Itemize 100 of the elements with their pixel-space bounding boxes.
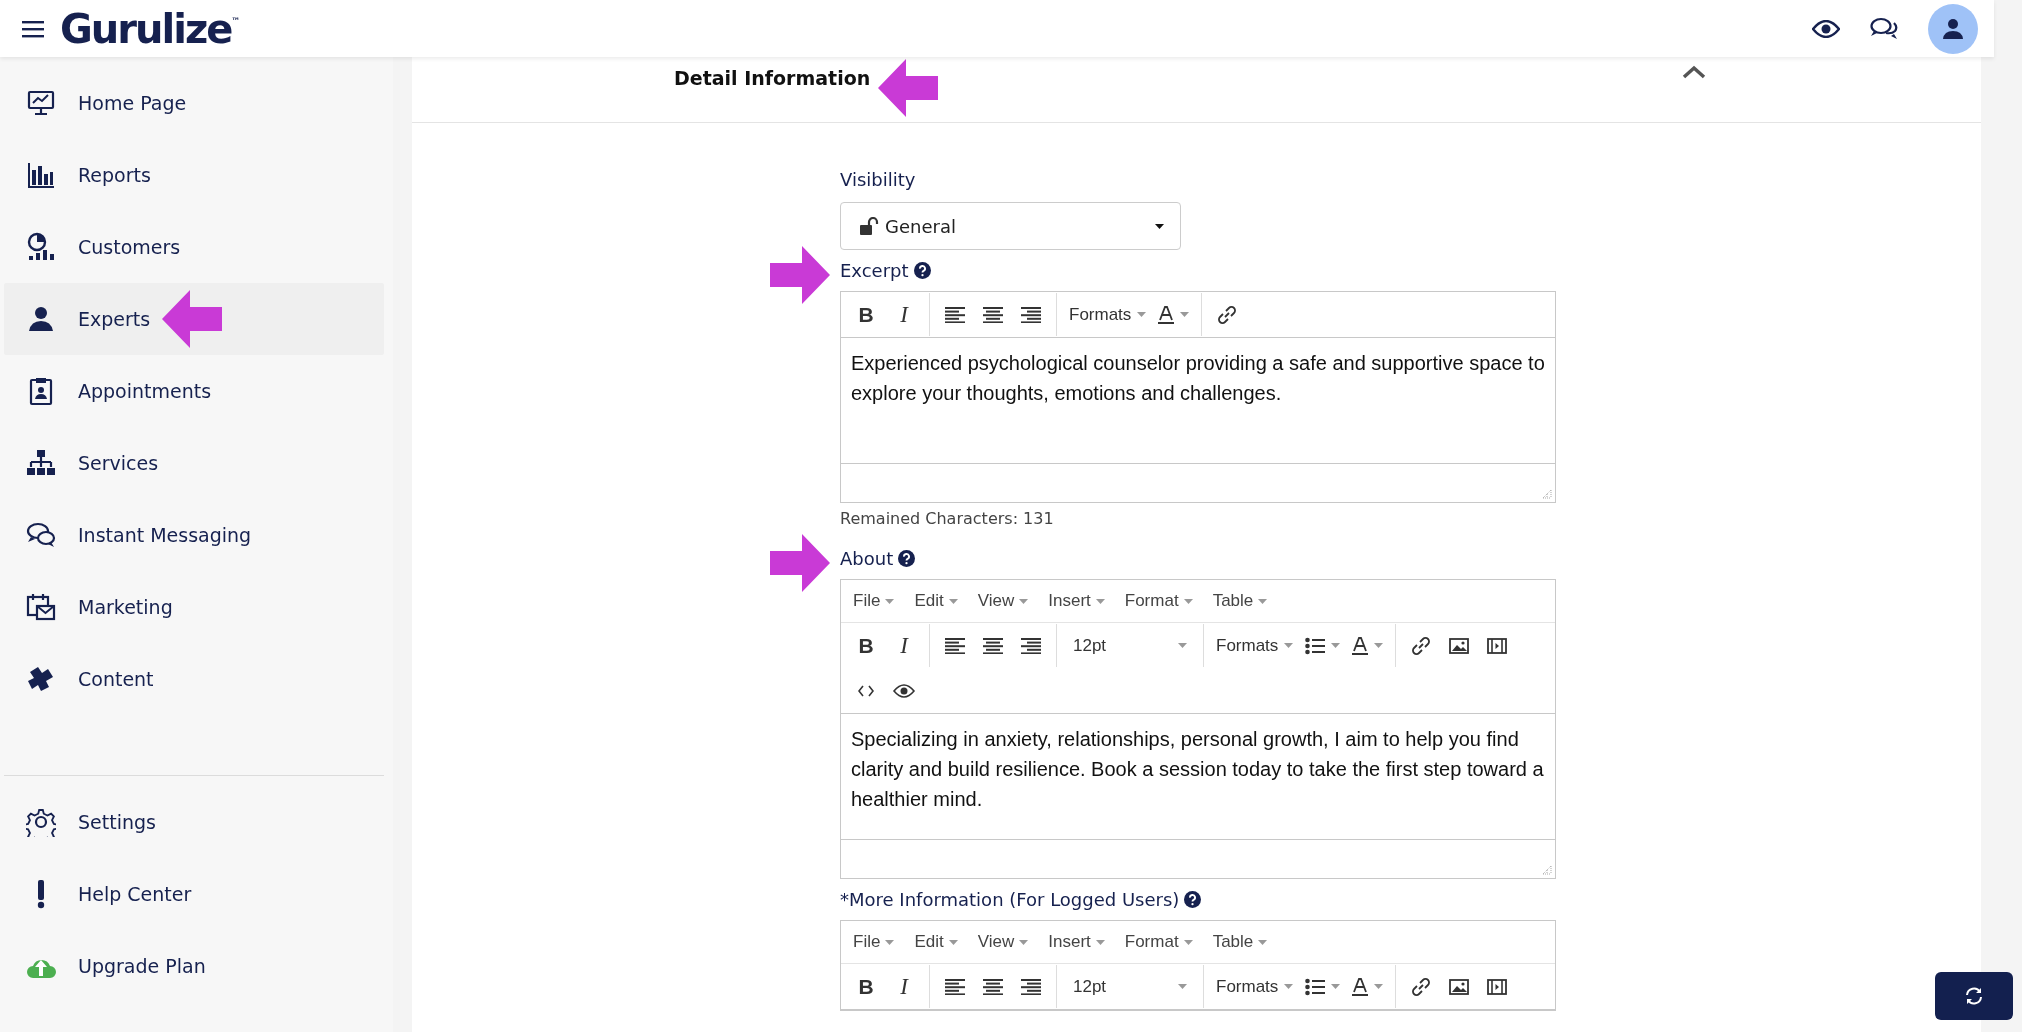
unlock-icon xyxy=(859,217,879,235)
sidebar-icon xyxy=(26,448,56,478)
sidebar-icon xyxy=(26,520,56,550)
collapse-chevron-icon[interactable] xyxy=(1682,65,1706,79)
person-icon xyxy=(1942,17,1964,40)
sidebar-icon xyxy=(26,592,56,622)
visibility-dropdown[interactable]: General xyxy=(840,202,1181,250)
formats-dropdown[interactable]: Formats xyxy=(1212,628,1298,663)
annotation-arrow-icon xyxy=(878,59,938,117)
menu-item[interactable]: File xyxy=(853,932,895,952)
rich-text-editor[interactable]: File Edit View Insert Format Table B I 12pt Formats xyxy=(840,920,1556,1011)
caret-icon xyxy=(1284,643,1294,648)
caret-icon xyxy=(1374,984,1384,989)
sidebar-item[interactable]: Experts xyxy=(4,283,384,355)
sidebar-item[interactable]: Customers xyxy=(4,211,384,283)
menu-item[interactable]: View xyxy=(977,932,1029,952)
sidebar-item[interactable]: Reports xyxy=(4,139,384,211)
menu-item[interactable]: Insert xyxy=(1048,591,1105,611)
text-color-icon[interactable] xyxy=(1352,636,1369,655)
align-left-icon[interactable] xyxy=(945,306,965,323)
caret-icon xyxy=(1178,643,1187,648)
sidebar-item[interactable]: Services xyxy=(4,427,384,499)
caret-icon xyxy=(1331,643,1341,648)
rich-text-editor[interactable]: B I Formats Experienced psychological counselor providing a safe and supportive space to explore your thoughts, emotions and challenges. xyxy=(840,291,1556,503)
caret-icon xyxy=(1374,643,1384,648)
sidebar-item[interactable]: Marketing xyxy=(4,571,384,643)
caret-icon xyxy=(1155,223,1164,229)
italic-button[interactable]: I xyxy=(887,969,921,1004)
caret-icon xyxy=(1258,939,1268,945)
align-center-icon[interactable] xyxy=(983,978,1003,995)
italic-button[interactable]: I xyxy=(887,297,921,332)
font-size-dropdown[interactable]: 12pt xyxy=(1065,628,1195,663)
sidebar-item[interactable]: Appointments xyxy=(4,355,384,427)
field-label: *More Information (For Logged Users) xyxy=(840,889,1180,910)
bullet-list-icon[interactable] xyxy=(1305,636,1326,655)
text-color-icon[interactable] xyxy=(1158,305,1175,324)
menu-item[interactable]: Edit xyxy=(914,591,958,611)
chat-icon[interactable] xyxy=(1870,16,1898,41)
annotation-arrow-icon xyxy=(770,534,830,592)
caret-icon xyxy=(948,939,958,945)
sidebar-item[interactable]: Upgrade Plan xyxy=(4,930,384,1002)
caret-icon xyxy=(1095,598,1105,604)
menu-item[interactable]: Table xyxy=(1212,591,1268,611)
align-center-icon[interactable] xyxy=(983,637,1003,654)
bullet-list-icon[interactable] xyxy=(1305,977,1326,996)
caret-icon xyxy=(1331,984,1341,989)
sidebar-icon xyxy=(26,88,56,118)
caret-icon xyxy=(885,598,895,604)
annotation-arrow-icon xyxy=(162,290,222,348)
align-center-icon[interactable] xyxy=(983,306,1003,323)
text-color-icon[interactable] xyxy=(1352,977,1369,996)
caret-icon xyxy=(1183,598,1193,604)
align-right-icon[interactable] xyxy=(1021,978,1041,995)
menu-item[interactable]: Insert xyxy=(1048,932,1105,952)
avatar-button[interactable] xyxy=(1928,3,1978,54)
section-title: Detail Information xyxy=(674,67,871,89)
editor-text: Specializing in anxiety, relationships, personal growth, I aim to help you find clarity and build resilience. Book a session today to take the first step toward a healthier mind. xyxy=(850,727,1545,812)
editor-text: Experienced psychological counselor providing a safe and supportive space to explore your thoughts, emotions and challenges. xyxy=(850,351,1546,406)
align-right-icon[interactable] xyxy=(1021,637,1041,654)
help-icon[interactable] xyxy=(1184,891,1202,908)
caret-icon xyxy=(1258,598,1268,604)
caret-icon xyxy=(1178,984,1187,989)
menu-item[interactable]: Edit xyxy=(914,932,958,952)
sidebar-item[interactable]: Content xyxy=(4,643,384,715)
menu-item[interactable]: Format xyxy=(1124,591,1193,611)
caret-icon xyxy=(1183,939,1193,945)
logo[interactable]: Gurulize™ xyxy=(60,5,241,52)
align-left-icon[interactable] xyxy=(945,637,965,654)
menu-item[interactable]: File xyxy=(853,591,895,611)
align-left-icon[interactable] xyxy=(945,978,965,995)
font-size-dropdown[interactable]: 12pt xyxy=(1065,969,1195,1004)
rich-text-editor[interactable] xyxy=(840,579,1556,879)
refresh-button[interactable] xyxy=(1935,972,2013,1020)
caret-icon xyxy=(1137,312,1147,317)
caret-icon xyxy=(885,939,895,945)
menu-item[interactable]: View xyxy=(977,591,1029,611)
caret-icon xyxy=(1019,939,1029,945)
field-label: Excerpt xyxy=(840,260,909,281)
formats-dropdown[interactable]: Formats xyxy=(1212,969,1298,1004)
resize-grip-icon[interactable] xyxy=(1542,865,1552,875)
formats-dropdown[interactable]: Formats xyxy=(1065,297,1151,332)
sidebar-item[interactable]: Help Center xyxy=(4,858,384,930)
sidebar-icon xyxy=(26,807,56,837)
eye-icon[interactable] xyxy=(1812,19,1840,38)
sidebar-item[interactable]: Instant Messaging xyxy=(4,499,384,571)
resize-grip-icon[interactable] xyxy=(1542,489,1552,499)
menu-item[interactable]: Table xyxy=(1212,932,1268,952)
help-icon[interactable] xyxy=(913,262,931,279)
caret-icon xyxy=(1284,984,1294,989)
sidebar-item[interactable]: Settings xyxy=(4,786,384,858)
sidebar-icon xyxy=(26,232,56,262)
sidebar-item[interactable]: Home Page xyxy=(4,67,384,139)
italic-button[interactable]: I xyxy=(887,628,921,663)
bold-button[interactable]: B xyxy=(849,297,883,332)
refresh-icon xyxy=(1964,986,1984,1006)
align-right-icon[interactable] xyxy=(1021,306,1041,323)
bold-button[interactable]: B xyxy=(849,628,883,663)
bold-button[interactable]: B xyxy=(849,969,883,1004)
help-icon[interactable] xyxy=(898,550,916,567)
menu-item[interactable]: Format xyxy=(1124,932,1193,952)
